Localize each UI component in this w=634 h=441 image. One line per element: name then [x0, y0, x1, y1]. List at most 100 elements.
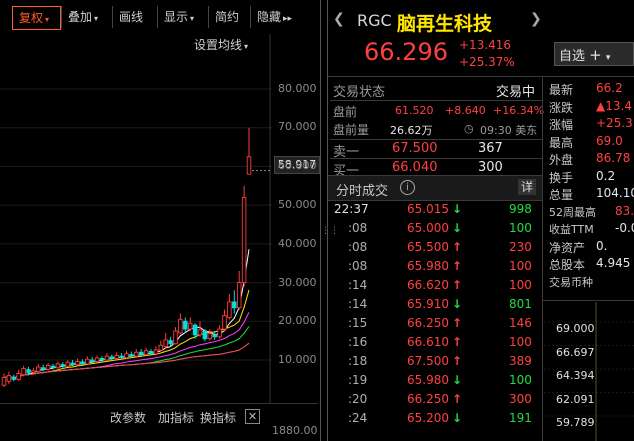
stat-value: 83.	[615, 203, 634, 218]
watchlist-label: 自选	[559, 49, 586, 64]
prev-stock-chevron-icon[interactable]: ❮	[333, 11, 345, 27]
trade-volume: 100	[509, 259, 532, 273]
add-indicator-button[interactable]: 加指标	[158, 409, 194, 426]
candle-body	[178, 318, 183, 334]
moving-average-line	[3, 312, 250, 378]
candle-body	[89, 359, 95, 362]
price-change: +13.416	[459, 38, 512, 52]
stat-label: 最高	[549, 135, 574, 150]
toolbar-button-label: 叠加	[68, 10, 93, 24]
trade-time: :08	[348, 240, 368, 254]
trade-time: :20	[348, 392, 368, 406]
candle-body	[11, 376, 17, 380]
toolbar-button-0[interactable]: 复权 ▾	[12, 6, 61, 30]
volume-axis-tick: 1880.00	[272, 424, 318, 437]
trade-time: :14	[348, 297, 368, 311]
candle-body	[80, 361, 85, 365]
toolbar-button-label: 简约	[215, 10, 240, 24]
candle	[187, 317, 193, 331]
trade-time: :16	[348, 335, 368, 349]
ticker-symbol: RGC	[357, 11, 392, 30]
candle	[1, 373, 7, 388]
toolbar-button-label: 隐藏	[257, 10, 282, 24]
candle-body	[153, 349, 159, 355]
premarket-change: +8.640	[445, 104, 486, 117]
stat-label: 52周最高	[549, 205, 596, 219]
price-change-pct: +25.37%	[459, 55, 515, 69]
chevron-down-icon: ▾	[45, 15, 50, 24]
candle-body	[40, 367, 46, 370]
candle	[173, 327, 178, 345]
chart-divider	[0, 403, 318, 404]
toolbar-button-5[interactable]: 隐藏 ▸▸	[250, 6, 303, 28]
trade-price: 65.015	[407, 202, 449, 216]
status-value: 交易中	[496, 85, 536, 100]
candle-body	[222, 315, 227, 330]
candle	[153, 346, 159, 355]
close-icon[interactable]: ✕	[245, 409, 260, 424]
candle	[183, 317, 188, 333]
candle-body	[202, 330, 208, 340]
candle	[158, 340, 164, 352]
candle-body	[187, 322, 193, 330]
divider	[542, 77, 543, 441]
add-watchlist-button[interactable]: 自选 + ▾	[554, 42, 634, 66]
arrow-down-icon: ↓	[452, 297, 463, 311]
candle-body	[241, 196, 247, 284]
arrow-up-icon: ↑	[452, 278, 463, 292]
premarket-label: 盘前	[333, 105, 358, 119]
toolbar: 复权 ▾ 叠加 ▾ 画线 显示 ▾ 简约 隐藏 ▸▸	[0, 0, 320, 34]
stock-name: 脑再生科技	[397, 13, 493, 35]
panel-divider-2	[327, 0, 328, 441]
toolbar-button-4[interactable]: 简约	[208, 6, 250, 28]
next-stock-chevron-icon[interactable]: ❯	[530, 11, 542, 27]
candle-body	[129, 354, 134, 357]
ask-volume: 367	[478, 141, 503, 156]
chevron-down-icon: ▾	[94, 14, 99, 23]
trade-time: :18	[348, 354, 368, 368]
trade-price: 66.610	[407, 335, 449, 349]
last-price: 66.296	[364, 38, 448, 66]
toolbar-button-1[interactable]: 叠加 ▾	[61, 6, 112, 28]
trade-row: :14 65.910 ↓ 801	[334, 297, 534, 316]
status-label: 交易状态	[333, 85, 386, 100]
candle-body	[16, 373, 21, 380]
trade-volume: 100	[509, 221, 532, 235]
stat-value: 0.	[596, 238, 608, 253]
quote-box: 交易状态 交易中 盘前 61.520 +8.640 +16.34% 盘前量 26…	[330, 78, 544, 179]
stat-label: 净资产	[549, 240, 586, 255]
trade-time: 22:37	[334, 202, 369, 216]
candle	[40, 364, 46, 372]
stat-value: 86.78	[596, 151, 631, 165]
stat-label: 总量	[549, 188, 574, 202]
stat-value: 66.2	[596, 81, 623, 95]
candle-body	[99, 358, 105, 361]
trade-volume: 146	[509, 316, 532, 330]
toolbar-button-2[interactable]: 画线	[112, 6, 157, 28]
trade-price: 65.500	[407, 240, 449, 254]
candlestick-chart[interactable]	[0, 34, 322, 409]
candle-body	[50, 365, 56, 369]
arrow-down-icon: ↓	[452, 411, 463, 425]
change-params-button[interactable]: 改参数	[110, 409, 146, 426]
switch-indicator-button[interactable]: 换指标	[200, 409, 236, 426]
y-axis-tick: 30.000	[278, 276, 317, 289]
chevron-down-icon: ▾	[605, 53, 611, 63]
candle-body	[1, 376, 7, 386]
candle-body	[246, 156, 252, 175]
candle-body	[104, 355, 110, 361]
trades-title: 分时成交	[336, 184, 389, 199]
arrow-up-icon: ↑	[452, 240, 463, 254]
stat-label: 涨幅	[549, 118, 574, 132]
candle-body	[197, 329, 203, 336]
candle-body	[217, 328, 222, 338]
info-icon[interactable]: i	[400, 180, 415, 195]
trade-volume: 191	[509, 411, 532, 425]
trades-detail-button[interactable]: 详	[518, 179, 536, 195]
candle	[55, 361, 61, 369]
trade-row: :24 65.200 ↓ 191	[334, 411, 534, 430]
bid-volume: 300	[478, 160, 503, 175]
trade-price: 65.000	[407, 221, 449, 235]
toolbar-button-3[interactable]: 显示 ▾	[157, 6, 208, 28]
toolbar-button-label: 画线	[119, 10, 144, 24]
